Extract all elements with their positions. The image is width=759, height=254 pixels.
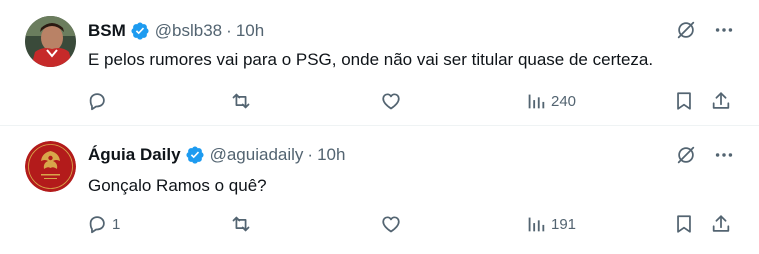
views-icon — [528, 94, 545, 109]
views-count: 191 — [551, 215, 577, 233]
reply-count: 1 — [112, 215, 121, 233]
bookmark-button[interactable] — [673, 88, 695, 114]
like-icon — [382, 216, 400, 233]
bookmark-button[interactable] — [673, 211, 695, 237]
bookmark-icon — [677, 215, 691, 233]
share-icon — [712, 92, 730, 109]
retweet-icon — [232, 216, 250, 232]
tweet-top-icons — [675, 19, 735, 41]
separator-dot: · — [307, 145, 314, 164]
author-name[interactable]: Águia Daily — [88, 145, 181, 165]
more-icon[interactable] — [713, 144, 735, 166]
more-icon[interactable] — [713, 19, 735, 41]
tweet-top-icons — [675, 144, 735, 166]
verified-badge-icon — [185, 145, 205, 165]
author-handle[interactable]: @aguiadaily — [210, 145, 304, 165]
reply-button[interactable]: 1 — [86, 211, 120, 237]
reply-button[interactable] — [86, 88, 112, 114]
like-button[interactable] — [380, 211, 402, 237]
views-count: 240 — [551, 92, 577, 110]
reply-icon — [89, 216, 105, 234]
tweet-header: Águia Daily @aguiadaily · 10h — [88, 144, 345, 166]
bookmark-icon — [677, 92, 691, 110]
tweet[interactable]: Águia Daily @aguiadaily · 10h Gonçalo Ra… — [0, 127, 759, 254]
tweet[interactable]: BSM @bslb38 · 10h E pelos rumores vai pa… — [0, 0, 759, 126]
tweet-text: E pelos rumores vai para o PSG, onde não… — [88, 50, 654, 69]
retweet-button[interactable] — [230, 211, 252, 237]
separator-dot: · — [226, 21, 232, 40]
author-name[interactable]: BSM — [88, 21, 126, 41]
retweet-button[interactable] — [230, 88, 252, 114]
timestamp[interactable]: 10h — [317, 145, 345, 165]
like-icon — [382, 93, 400, 110]
grok-icon[interactable] — [675, 144, 697, 166]
tweet-text: Gonçalo Ramos o quê? — [88, 176, 267, 195]
tweet-actions: 1 191 — [0, 211, 759, 237]
views-button[interactable]: 240 — [525, 88, 576, 114]
views-icon — [528, 217, 545, 232]
reply-icon — [89, 93, 105, 111]
author-handle[interactable]: @bslb38 — [155, 21, 222, 41]
avatar[interactable] — [25, 16, 76, 67]
tweet-actions: 240 — [0, 88, 759, 114]
share-icon — [712, 215, 730, 232]
tweet-header: BSM @bslb38 · 10h — [88, 20, 264, 42]
share-button[interactable] — [710, 211, 732, 237]
avatar[interactable] — [25, 141, 76, 192]
retweet-icon — [232, 93, 250, 109]
views-button[interactable]: 191 — [525, 211, 576, 237]
verified-badge-icon — [130, 21, 150, 41]
timestamp[interactable]: 10h — [236, 21, 264, 41]
grok-icon[interactable] — [675, 19, 697, 41]
share-button[interactable] — [710, 88, 732, 114]
tweet-feed: BSM @bslb38 · 10h E pelos rumores vai pa… — [0, 0, 759, 254]
like-button[interactable] — [380, 88, 402, 114]
